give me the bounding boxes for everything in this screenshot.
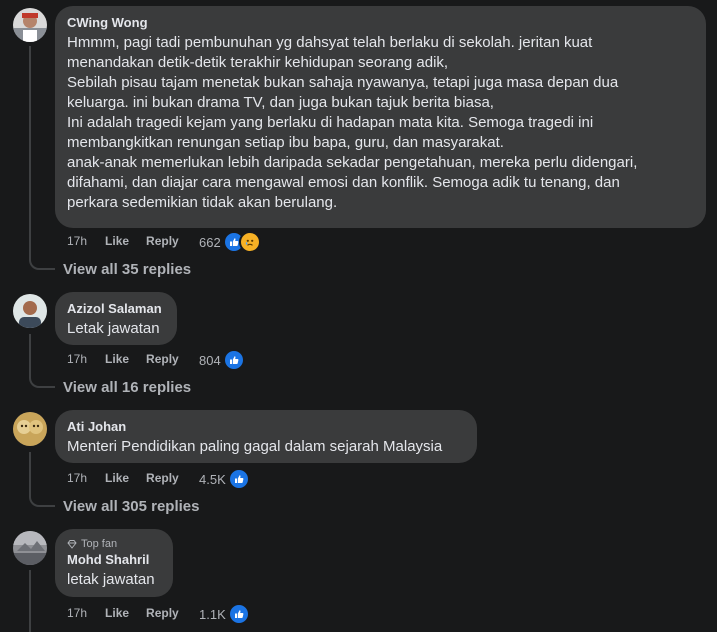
view-replies-link[interactable]: View all 305 replies <box>63 498 199 515</box>
reply-button[interactable]: Reply <box>146 606 179 620</box>
like-button[interactable]: Like <box>105 352 129 366</box>
thread-line <box>29 334 31 374</box>
comment-actions: 17h Like Reply <box>67 349 179 369</box>
reaction-count[interactable]: 804 <box>199 349 245 371</box>
like-button[interactable]: Like <box>105 471 129 485</box>
like-icon <box>227 468 250 490</box>
comment-actions: 17h Like Reply <box>67 603 179 623</box>
comment-actions: 17h Like Reply <box>67 468 179 488</box>
reply-button[interactable]: Reply <box>146 234 179 248</box>
comment-text: Letak jawatan <box>67 320 160 337</box>
comment-bubble: CWing Wong Hmmm, pagi tadi pembunuhan yg… <box>55 6 706 228</box>
reply-button[interactable]: Reply <box>146 352 179 366</box>
reply-button[interactable]: Reply <box>146 471 179 485</box>
comment-text: Menteri Pendidikan paling gagal dalam se… <box>67 438 443 455</box>
comment-author[interactable]: Azizol Salaman <box>67 300 165 317</box>
comment-time[interactable]: 17h <box>67 352 87 366</box>
comment-text: letak jawatan <box>67 571 155 588</box>
like-icon <box>227 603 250 625</box>
reaction-count[interactable]: 1.1K <box>199 603 250 625</box>
reaction-count[interactable]: 4.5K <box>199 468 250 490</box>
like-button[interactable]: Like <box>105 606 129 620</box>
thread-connector <box>29 493 55 507</box>
thread-connector <box>29 256 55 270</box>
thread-connector <box>29 374 55 388</box>
sad-icon <box>238 231 261 253</box>
comment-text: Hmmm, pagi tadi pembunuhan yg dahsyat te… <box>67 34 638 211</box>
avatar[interactable] <box>13 412 47 446</box>
comment-author[interactable]: Mohd Shahril <box>67 551 161 568</box>
thread-line <box>29 452 31 493</box>
comment-time[interactable]: 17h <box>67 606 87 620</box>
avatar[interactable] <box>13 531 47 565</box>
avatar[interactable] <box>13 8 47 42</box>
view-replies-link[interactable]: View all 35 replies <box>63 261 191 278</box>
thread-line <box>29 570 31 632</box>
thread-line <box>29 46 31 256</box>
top-fan-badge: Top fan <box>67 537 161 551</box>
comment-time[interactable]: 17h <box>67 234 87 248</box>
comment-actions: 17h Like Reply <box>67 231 179 251</box>
avatar[interactable] <box>13 294 47 328</box>
comment-author[interactable]: CWing Wong <box>67 14 694 31</box>
reaction-count[interactable]: 662 <box>199 231 261 253</box>
comment-time[interactable]: 17h <box>67 471 87 485</box>
comment-bubble: Azizol Salaman Letak jawatan <box>55 292 177 345</box>
view-replies-link[interactable]: View all 16 replies <box>63 379 191 396</box>
comment-bubble: Top fan Mohd Shahril letak jawatan <box>55 529 173 597</box>
like-icon <box>222 349 245 371</box>
comment-author[interactable]: Ati Johan <box>67 418 465 435</box>
diamond-icon <box>67 540 77 549</box>
comment-bubble: Ati Johan Menteri Pendidikan paling gaga… <box>55 410 477 463</box>
like-button[interactable]: Like <box>105 234 129 248</box>
